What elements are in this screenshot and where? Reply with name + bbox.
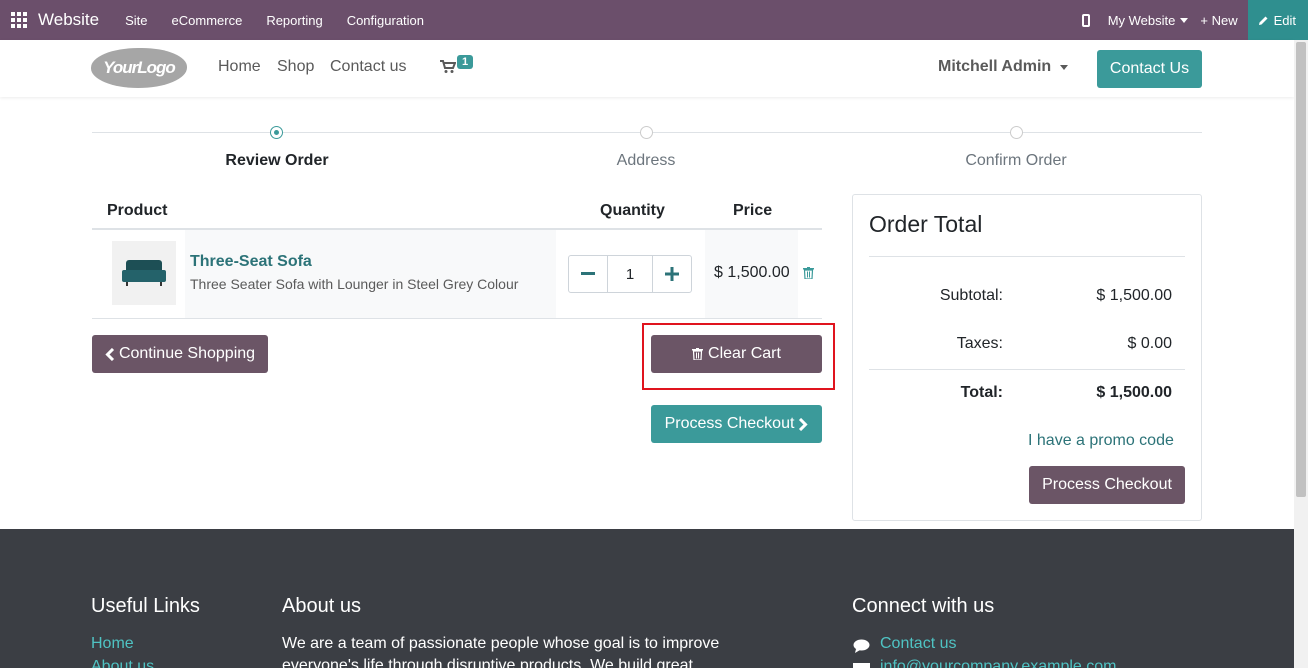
user-menu[interactable]: Mitchell Admin [938, 58, 1069, 76]
useful-links-heading: Useful Links [91, 595, 200, 617]
column-header-quantity: Quantity [600, 202, 665, 219]
quantity-stepper: 1 [568, 255, 692, 293]
connect-heading: Connect with us [852, 595, 995, 617]
column-header-price: Price [733, 202, 773, 219]
taxes-label: Taxes: [956, 335, 1003, 352]
taxes-value: $ 0.00 [1127, 335, 1172, 352]
nav-shop[interactable]: Shop [277, 58, 314, 76]
mobile-preview-icon[interactable] [1081, 13, 1090, 27]
caret-down-icon [1180, 17, 1189, 23]
product-description: Three Seater Sofa with Lounger in Steel … [190, 276, 519, 292]
about-us-text: We are a team of passionate people whose… [282, 635, 720, 668]
increase-quantity-button[interactable] [653, 256, 691, 292]
step-confirm-order: Confirm Order [965, 152, 1067, 169]
admin-brand[interactable]: Website [38, 10, 99, 30]
menu-reporting[interactable]: Reporting [266, 13, 322, 28]
process-checkout-label: Process Checkout [664, 415, 795, 432]
my-website-dropdown[interactable]: My Website [1108, 13, 1189, 28]
scrollbar-thumb[interactable] [1296, 42, 1306, 497]
continue-shopping-button[interactable]: Continue Shopping [92, 335, 268, 373]
cart-count-badge: 1 [457, 55, 474, 69]
highlight-box [642, 323, 835, 390]
process-checkout-button[interactable]: Process Checkout [651, 405, 822, 443]
card-divider [869, 369, 1185, 370]
apps-menu-icon[interactable] [0, 0, 38, 40]
footer-contact-us-link[interactable]: Contact us [880, 635, 956, 653]
page-scrollbar[interactable] [1294, 40, 1308, 668]
quantity-input[interactable]: 1 [607, 256, 653, 292]
footer-link-about-us[interactable]: About us [91, 658, 154, 668]
step-dot-confirm [1010, 126, 1023, 139]
table-row-divider [92, 318, 822, 319]
new-label: New [1211, 12, 1238, 28]
chevron-left-icon [105, 347, 114, 361]
edit-button[interactable]: Edit [1247, 0, 1308, 40]
table-row [185, 230, 556, 318]
card-divider [869, 256, 1185, 257]
step-review-order: Review Order [225, 152, 329, 169]
site-header: YourLogo Home Shop Contact us 1 Mitchell… [0, 40, 1294, 97]
column-header-product: Product [107, 202, 168, 219]
footer-email-link[interactable]: info@yourcompany.example.com [880, 658, 1117, 668]
minus-icon [581, 272, 595, 275]
product-price: $ 1,500.00 [714, 264, 790, 281]
trash-icon[interactable] [803, 267, 814, 279]
total-label: Total: [960, 384, 1003, 401]
card-process-checkout-button[interactable]: Process Checkout [1029, 466, 1185, 504]
chevron-right-icon [799, 417, 809, 431]
my-website-label: My Website [1107, 12, 1176, 28]
plus-icon [665, 267, 679, 281]
site-logo[interactable]: YourLogo [91, 48, 187, 88]
comment-icon [853, 639, 870, 653]
subtotal-value: $ 1,500.00 [1096, 287, 1172, 304]
decrease-quantity-button[interactable] [569, 256, 607, 292]
menu-configuration[interactable]: Configuration [347, 13, 424, 28]
plus-icon: + [1200, 12, 1208, 28]
contact-us-button[interactable]: Contact Us [1097, 50, 1202, 88]
subtotal-label: Subtotal: [939, 287, 1003, 304]
user-name-label: Mitchell Admin [938, 58, 1052, 75]
footer-link-home[interactable]: Home [91, 635, 134, 653]
site-footer: Useful Links Home About us About us We a… [0, 529, 1294, 668]
product-name-link[interactable]: Three-Seat Sofa [190, 253, 312, 271]
continue-shopping-label: Continue Shopping [118, 345, 256, 362]
nav-contact-us[interactable]: Contact us [330, 58, 406, 76]
promo-code-link[interactable]: I have a promo code [1028, 432, 1174, 450]
admin-bar: Website Site eCommerce Reporting Configu… [0, 0, 1308, 40]
nav-home[interactable]: Home [218, 58, 261, 76]
shopping-cart-icon[interactable] [440, 60, 456, 73]
edit-label: Edit [1273, 12, 1296, 28]
caret-down-icon [1060, 64, 1069, 70]
step-dot-review [270, 126, 283, 139]
step-dot-address [640, 126, 653, 139]
total-value: $ 1,500.00 [1096, 384, 1172, 401]
menu-site[interactable]: Site [125, 13, 147, 28]
product-image[interactable] [112, 241, 176, 305]
pencil-icon [1258, 16, 1268, 25]
menu-ecommerce[interactable]: eCommerce [172, 13, 243, 28]
about-us-heading: About us [282, 595, 361, 617]
step-address: Address [616, 152, 676, 169]
new-button[interactable]: + New [1200, 13, 1237, 28]
order-total-title: Order Total [869, 211, 983, 237]
envelope-icon [853, 663, 870, 668]
